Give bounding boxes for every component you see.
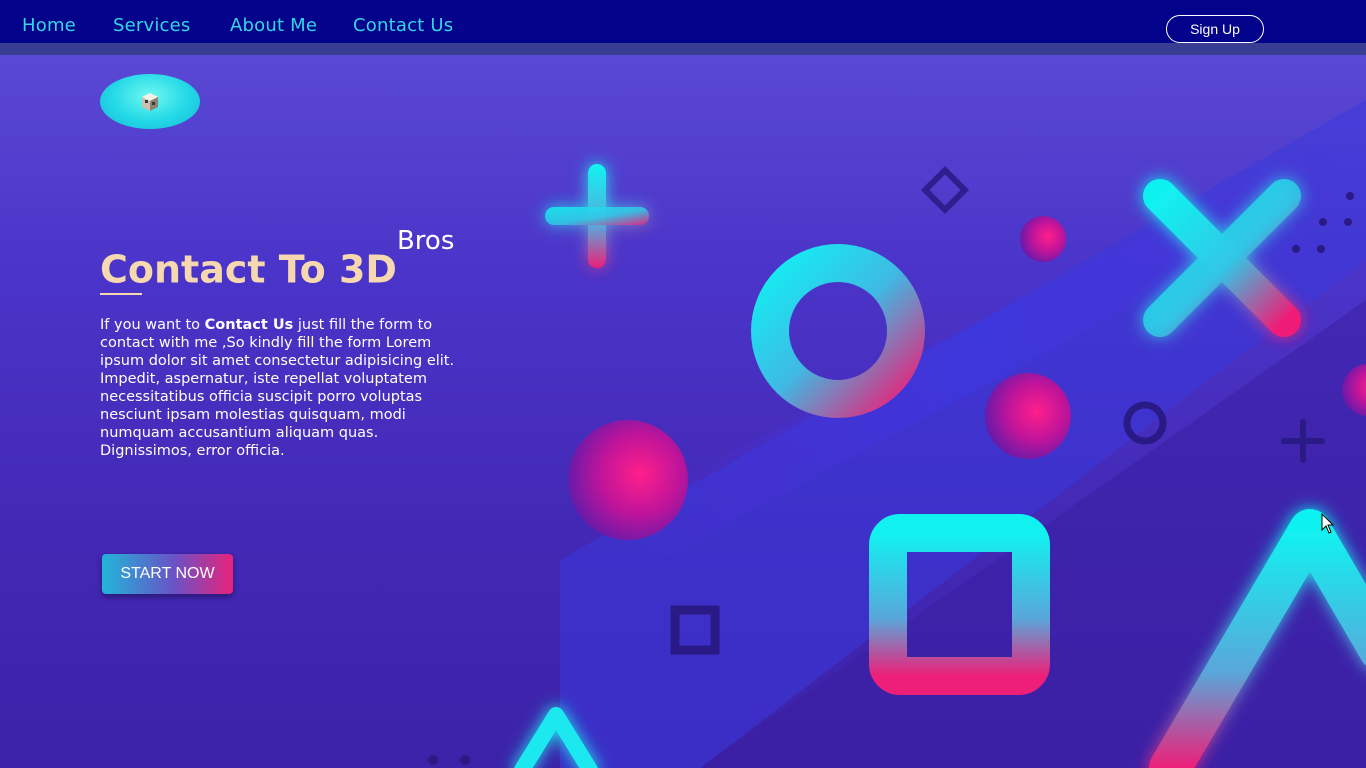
mouse-cursor-icon [1321, 513, 1335, 534]
page-title-superscript: Bros [396, 226, 455, 256]
nav-home-link[interactable]: Home [22, 15, 76, 36]
page-title: Contact To 3DBros [100, 226, 454, 292]
diamond-shape [920, 165, 970, 215]
ring-shape [751, 244, 925, 418]
signup-button[interactable]: Sign Up [1166, 15, 1264, 43]
hero-description: If you want to Contact Us just fill the … [100, 316, 462, 460]
sphere-shape [1020, 216, 1066, 262]
desc-prefix: If you want to [100, 317, 205, 333]
desc-bold-contact: Contact Us [204, 317, 294, 333]
nav-contact-link[interactable]: Contact Us [353, 15, 453, 36]
title-underline [100, 293, 142, 295]
dot [460, 755, 470, 765]
desc-body: just fill the form to contact with me ,S… [100, 317, 455, 459]
nav-divider-strip [0, 43, 1366, 55]
sphere-shape [985, 373, 1071, 459]
site-logo[interactable] [100, 74, 200, 129]
nav-about-link[interactable]: About Me [230, 15, 317, 36]
plus-shape [545, 164, 649, 268]
start-now-button[interactable]: START NOW [102, 554, 233, 594]
nav-services-link[interactable]: Services [113, 15, 191, 36]
sphere-shape [568, 420, 688, 540]
page-title-main: Contact To 3D [100, 247, 397, 292]
dot [428, 755, 438, 765]
cube-logo-icon [142, 92, 158, 111]
top-navigation-bar: Home Services About Me Contact Us Sign U… [0, 0, 1366, 43]
